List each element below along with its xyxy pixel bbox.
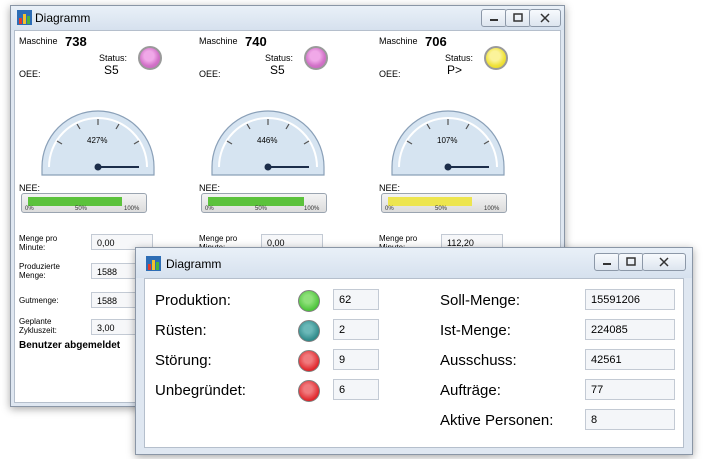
maximize-button[interactable] bbox=[618, 253, 644, 271]
close-button[interactable] bbox=[529, 9, 561, 27]
status-value: S5 bbox=[104, 63, 119, 77]
auftraege-value[interactable]: 77 bbox=[585, 379, 675, 400]
label-line: Menge pro bbox=[19, 234, 58, 243]
produktion-label: Produktion: bbox=[155, 292, 231, 309]
status-label: Status: bbox=[265, 53, 294, 63]
status-label: Status: bbox=[445, 53, 474, 63]
window-title: Diagramm bbox=[35, 11, 91, 25]
label-line: Minute: bbox=[19, 243, 46, 252]
nee-label: NEE: bbox=[199, 183, 221, 193]
oee-label: OEE: bbox=[199, 69, 221, 79]
produktion-value[interactable]: 62 bbox=[333, 289, 379, 310]
menge-pro-minute-label: Menge proMinute: bbox=[19, 234, 57, 252]
status-value: S5 bbox=[270, 63, 285, 77]
unbegruendet-value[interactable]: 6 bbox=[333, 379, 379, 400]
machine-number: 740 bbox=[245, 34, 267, 49]
machine-label: Maschine bbox=[379, 36, 418, 46]
label-line: Produzierte bbox=[19, 262, 60, 271]
app-icon bbox=[146, 256, 161, 271]
status-lamp bbox=[138, 46, 162, 70]
status-value: P> bbox=[447, 63, 463, 77]
maximize-button[interactable] bbox=[505, 9, 531, 27]
title-bar[interactable]: Diagramm bbox=[136, 248, 692, 278]
bar-tick: 50% bbox=[255, 206, 268, 212]
machine-number: 738 bbox=[65, 34, 87, 49]
window-title: Diagramm bbox=[166, 257, 222, 271]
nee-bar: 0% 50% 100% bbox=[381, 193, 507, 213]
bar-tick: 50% bbox=[75, 206, 88, 212]
oee-label: OEE: bbox=[379, 69, 401, 79]
machine-number: 706 bbox=[425, 34, 447, 49]
produktion-lamp bbox=[298, 290, 320, 312]
aktive-personen-label: Aktive Personen: bbox=[440, 412, 554, 429]
produzierte-menge-label: Produzierte Menge: bbox=[19, 262, 60, 280]
diagram-window-front: Diagramm Produktion: 62 Rüsten: 2 Störun… bbox=[135, 247, 693, 455]
gauge-value: 446% bbox=[257, 136, 278, 145]
soll-menge-label: Soll-Menge: bbox=[440, 292, 521, 309]
ausschuss-label: Ausschuss: bbox=[440, 352, 517, 369]
label-line: Menge pro bbox=[199, 234, 238, 243]
soll-menge-value[interactable]: 15591206 bbox=[585, 289, 675, 310]
close-button[interactable] bbox=[642, 253, 686, 271]
bar-tick: 100% bbox=[484, 206, 500, 212]
status-label: Status: bbox=[99, 53, 128, 63]
aktive-personen-value[interactable]: 8 bbox=[585, 409, 675, 430]
gauge-value: 427% bbox=[87, 136, 108, 145]
ruesten-lamp bbox=[298, 320, 320, 342]
label-line: Geplante bbox=[19, 317, 52, 326]
bar-tick: 100% bbox=[304, 206, 320, 212]
nee-bar-fill bbox=[388, 197, 472, 206]
app-icon bbox=[17, 10, 32, 25]
ruesten-label: Rüsten: bbox=[155, 322, 207, 339]
title-bar[interactable]: Diagramm bbox=[11, 6, 564, 30]
bar-tick: 0% bbox=[385, 206, 394, 212]
nee-bar: 0% 50% 100% bbox=[21, 193, 147, 213]
gutmenge-label: Gutmenge: bbox=[19, 296, 59, 305]
nee-bar-fill bbox=[28, 197, 122, 206]
status-lamp bbox=[484, 46, 508, 70]
label-line: Menge pro bbox=[379, 234, 418, 243]
stoerung-lamp bbox=[298, 350, 320, 372]
stoerung-value[interactable]: 9 bbox=[333, 349, 379, 370]
unbegruendet-label: Unbegründet: bbox=[155, 382, 246, 399]
unbegruendet-lamp bbox=[298, 380, 320, 402]
machine-label: Maschine bbox=[19, 36, 58, 46]
nee-label: NEE: bbox=[379, 183, 401, 193]
bar-tick: 0% bbox=[205, 206, 214, 212]
nee-bar: 0% 50% 100% bbox=[201, 193, 327, 213]
bar-tick: 100% bbox=[124, 206, 140, 212]
auftraege-label: Aufträge: bbox=[440, 382, 501, 399]
label-line: Menge: bbox=[19, 271, 46, 280]
ist-menge-value[interactable]: 224085 bbox=[585, 319, 675, 340]
summary-panel: Produktion: 62 Rüsten: 2 Störung: 9 Unbe… bbox=[144, 278, 684, 448]
footer-status: Benutzer abgemeldet bbox=[19, 340, 121, 351]
geplante-zykluszeit-label: Geplante Zykluszeit: bbox=[19, 317, 57, 335]
ausschuss-value[interactable]: 42561 bbox=[585, 349, 675, 370]
ruesten-value[interactable]: 2 bbox=[333, 319, 379, 340]
status-lamp bbox=[304, 46, 328, 70]
stoerung-label: Störung: bbox=[155, 352, 212, 369]
oee-label: OEE: bbox=[19, 69, 41, 79]
bar-tick: 0% bbox=[25, 206, 34, 212]
gauge-value: 107% bbox=[437, 136, 458, 145]
minimize-button[interactable] bbox=[594, 253, 620, 271]
bar-tick: 50% bbox=[435, 206, 448, 212]
label-line: Zykluszeit: bbox=[19, 326, 57, 335]
ist-menge-label: Ist-Menge: bbox=[440, 322, 511, 339]
machine-label: Maschine bbox=[199, 36, 238, 46]
minimize-button[interactable] bbox=[481, 9, 507, 27]
nee-label: NEE: bbox=[19, 183, 41, 193]
nee-bar-fill bbox=[208, 197, 304, 206]
